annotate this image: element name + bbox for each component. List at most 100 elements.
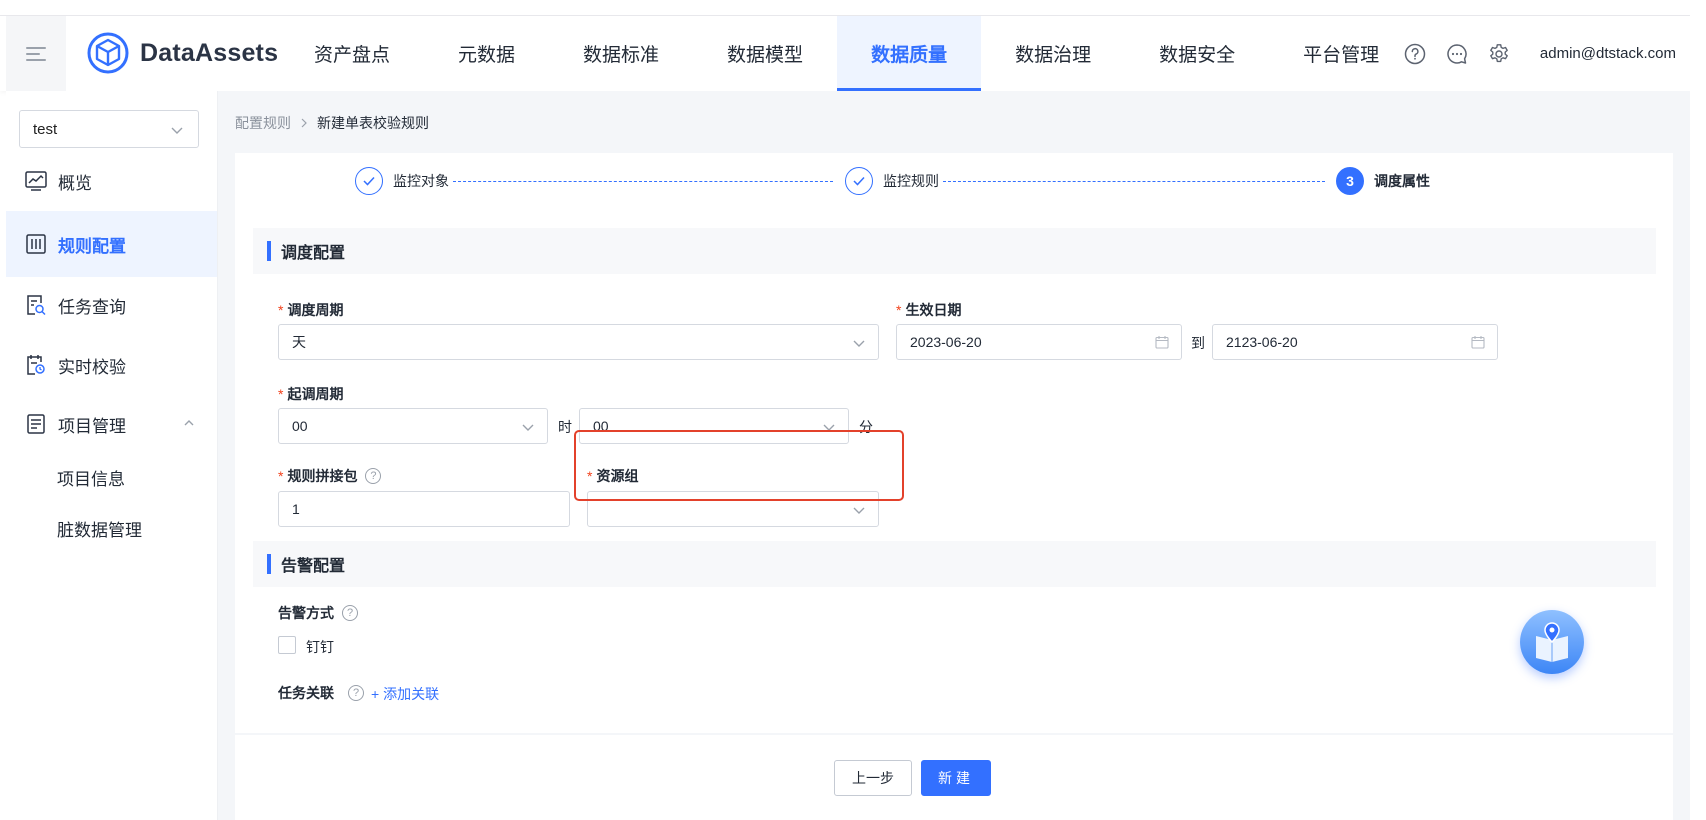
label-text: 任务关联: [278, 685, 334, 701]
step-label: 调度属性: [1374, 173, 1430, 189]
calendar-icon: [1155, 336, 1169, 349]
alert-method-label: 告警方式 ?: [278, 603, 358, 623]
brand-name: DataAssets: [140, 38, 279, 67]
question-icon[interactable]: ?: [342, 605, 358, 621]
section-alert-config: 告警配置: [253, 541, 1656, 587]
settings-gear-icon[interactable]: [1488, 43, 1510, 65]
create-button[interactable]: 新建: [921, 760, 991, 796]
nav-data-governance[interactable]: 数据治理: [981, 16, 1125, 91]
sidebar-item-label: 规则配置: [58, 236, 126, 256]
label-text: 告警方式: [278, 605, 334, 621]
label-text: 起调周期: [287, 386, 344, 402]
step-schedule-props: 3 调度属性: [1336, 167, 1430, 195]
user-account[interactable]: admin@dtstack.com: [1540, 45, 1676, 62]
step-label: 监控规则: [883, 173, 939, 189]
header-actions: admin@dtstack.com: [1404, 16, 1676, 91]
nav-data-model[interactable]: 数据模型: [693, 16, 837, 91]
breadcrumb-current: 新建单表校验规则: [317, 115, 429, 131]
required-mark: *: [278, 302, 284, 318]
chevron-down-icon: [853, 507, 865, 514]
nav-metadata[interactable]: 元数据: [424, 16, 549, 91]
question-icon[interactable]: ?: [348, 685, 364, 701]
label-text: 规则拼接包: [287, 468, 358, 484]
cube-logo-icon: [87, 32, 129, 74]
resource-group-highlight: [574, 430, 904, 501]
help-icon[interactable]: [1404, 43, 1426, 65]
start-hour-select[interactable]: 00: [278, 408, 548, 444]
chevron-right-icon: [301, 118, 307, 128]
sidebar-item-realtime-check[interactable]: 实时校验: [6, 332, 217, 398]
top-header: DataAssets 资产盘点 元数据 数据标准 数据模型 数据质量 数据治理 …: [0, 16, 1690, 91]
sidebar-item-task-query[interactable]: 任务查询: [6, 272, 217, 338]
check-icon: [845, 167, 873, 195]
realtime-check-icon: [24, 353, 48, 377]
select-value: 天: [292, 334, 306, 350]
step-monitor-rules: 监控规则: [845, 167, 939, 195]
section-title: 调度配置: [281, 245, 346, 262]
overview-icon: [24, 169, 48, 193]
effective-start-date-input[interactable]: 2023-06-20: [896, 324, 1182, 360]
project-select-value: test: [33, 120, 58, 138]
date-value: 2123-06-20: [1226, 334, 1298, 350]
rule-package-input[interactable]: 1: [278, 491, 570, 527]
step-connector: [943, 181, 1325, 182]
menu-toggle-button[interactable]: [6, 16, 66, 91]
step-indicator: 监控对象 监控规则 3 调度属性: [235, 153, 1673, 213]
effective-end-date-input[interactable]: 2123-06-20: [1212, 324, 1498, 360]
brand-logo[interactable]: DataAssets: [86, 29, 278, 77]
sidebar-subitem-project-info[interactable]: 项目信息: [57, 465, 125, 490]
footer-actions: 上一步 新建: [235, 735, 1673, 820]
guide-book-icon: [1536, 622, 1568, 662]
step-monitor-object: 监控对象: [355, 167, 449, 195]
sidebar-item-project-manage[interactable]: 项目管理: [6, 391, 217, 457]
nav-data-security[interactable]: 数据安全: [1125, 16, 1269, 91]
input-value: 1: [292, 501, 300, 517]
question-icon[interactable]: ?: [365, 468, 382, 484]
page-right-edge: [1690, 0, 1706, 820]
hamburger-icon: [26, 43, 46, 65]
step-connector: [453, 181, 833, 182]
effective-date-label: * 生效日期: [896, 300, 961, 320]
dingtalk-checkbox[interactable]: [278, 636, 296, 654]
sidebar: test 概览 规则配置 任务查询 实时校验 项目管理 项目信息 脏数据管理: [6, 91, 218, 820]
nav-data-quality[interactable]: 数据质量: [837, 16, 982, 91]
dingtalk-label[interactable]: 钉钉: [306, 637, 334, 657]
sidebar-item-label: 项目管理: [58, 416, 126, 436]
floating-guide-button[interactable]: [1520, 610, 1584, 674]
rule-config-icon: [24, 232, 48, 256]
nav-platform-admin[interactable]: 平台管理: [1269, 16, 1413, 91]
required-mark: *: [896, 302, 902, 318]
label-text: 生效日期: [905, 302, 962, 318]
label-text: 调度周期: [287, 302, 344, 318]
cycle-label: * 调度周期: [278, 300, 343, 320]
task-query-icon: [24, 293, 48, 317]
task-link-label: 任务关联 ?: [278, 683, 364, 703]
required-mark: *: [278, 386, 284, 402]
project-manage-icon: [24, 412, 48, 436]
sidebar-subitem-dirty-data[interactable]: 脏数据管理: [57, 516, 142, 541]
add-task-link-button[interactable]: + 添加关联: [371, 684, 439, 704]
main-content: 配置规则 新建单表校验规则 监控对象 监控规则 3 调度属性 调度配置 * 调度…: [218, 91, 1690, 820]
sidebar-item-label: 概览: [58, 173, 92, 193]
nav-asset-inventory[interactable]: 资产盘点: [280, 16, 424, 91]
step-label: 监控对象: [393, 173, 449, 189]
date-range-separator: 到: [1191, 335, 1205, 351]
step-number: 3: [1336, 167, 1364, 195]
start-cycle-label: * 起调周期: [278, 384, 343, 404]
package-label: * 规则拼接包 ?: [278, 466, 382, 486]
chevron-down-icon: [171, 127, 183, 134]
chevron-up-icon: [184, 420, 194, 426]
sidebar-item-overview[interactable]: 概览: [6, 148, 217, 214]
message-icon[interactable]: [1446, 43, 1468, 65]
sidebar-item-rule-config[interactable]: 规则配置: [6, 211, 217, 277]
chevron-down-icon: [522, 424, 534, 431]
calendar-icon: [1471, 336, 1485, 349]
breadcrumb-parent[interactable]: 配置规则: [235, 113, 291, 133]
schedule-cycle-select[interactable]: 天: [278, 324, 879, 360]
chevron-down-icon: [853, 340, 865, 347]
nav-data-standard[interactable]: 数据标准: [549, 16, 693, 91]
project-select[interactable]: test: [19, 110, 199, 148]
hour-unit: 时: [558, 419, 572, 435]
section-title: 告警配置: [281, 558, 346, 575]
prev-step-button[interactable]: 上一步: [834, 760, 912, 796]
